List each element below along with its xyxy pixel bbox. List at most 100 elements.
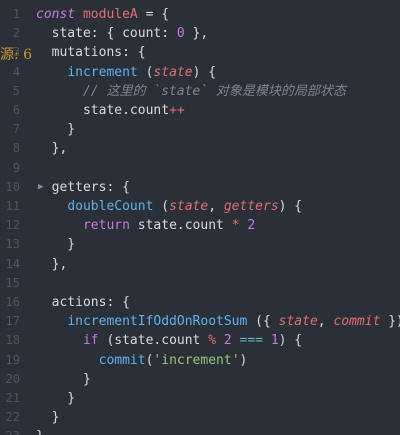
- code-line[interactable]: 1 const moduleA = {: [0, 5, 400, 24]
- code-token: doubleCount: [67, 199, 154, 214]
- line-number: 4: [12, 64, 20, 79]
- code-line[interactable]: 18 if (state.count % 2 === 1) {: [0, 331, 400, 350]
- code-token: ) {: [278, 333, 303, 349]
- code-text: incrementIfOddOnRootSum ({ state, commit…: [36, 312, 400, 331]
- code-token: increment: [67, 64, 138, 80]
- code-token: incrementIfOddOnRootSum: [67, 314, 248, 330]
- code-token: ({: [247, 314, 279, 330]
- code-text: mutations: {: [36, 43, 146, 62]
- code-line[interactable]: 4 increment (state) {: [0, 63, 400, 82]
- code-token: ): [239, 352, 248, 368]
- line-number: 5: [12, 83, 20, 98]
- code-token: // 这里的 `state` 对象是模块的局部状态: [82, 83, 346, 99]
- code-token: state.count: [129, 218, 232, 234]
- line-number: 6: [12, 103, 20, 117]
- code-text: if (state.count % 2 === 1) {: [36, 331, 302, 350]
- code-token: 'increment': [153, 352, 240, 368]
- line-number: 22: [5, 410, 20, 425]
- line-number: 21: [5, 391, 20, 405]
- code-text: }: [36, 235, 75, 254]
- line-number: 12: [5, 218, 20, 233]
- code-token: ) {: [278, 199, 303, 214]
- code-text: }: [36, 408, 60, 427]
- line-number: 1: [12, 7, 20, 21]
- code-line[interactable]: 8 },: [0, 139, 400, 158]
- line-number: 18: [5, 333, 20, 348]
- code-line[interactable]: 19 commit('increment'): [0, 351, 400, 370]
- code-token: },: [184, 26, 209, 42]
- code-token: 2: [223, 333, 232, 349]
- code-token: getters: [223, 199, 279, 214]
- code-token: actions: {: [36, 295, 130, 310]
- code-text: },: [36, 255, 68, 274]
- code-text: }: [36, 389, 75, 408]
- line-number: 9: [12, 160, 20, 175]
- code-token: }) {: [388, 314, 400, 330]
- code-text: actions: {: [36, 293, 130, 312]
- line-number: 19: [5, 352, 20, 367]
- code-token: 1: [270, 333, 279, 349]
- code-token: },: [36, 256, 68, 272]
- code-token: commit: [333, 314, 381, 330]
- line-number: 17: [5, 314, 20, 329]
- code-token: if: [82, 333, 99, 349]
- code-token: ) {: [192, 64, 217, 80]
- code-line[interactable]: 17 incrementIfOddOnRootSum ({ state, com…: [0, 312, 400, 331]
- code-line[interactable]: 11 doubleCount (state, getters) {: [0, 197, 400, 216]
- line-number: 15: [5, 275, 20, 290]
- code-token: state: [169, 199, 209, 214]
- code-text: }: [36, 370, 91, 389]
- code-line[interactable]: 9: [0, 159, 400, 178]
- code-text: }: [36, 427, 44, 435]
- code-token: const: [36, 7, 76, 22]
- code-token: }: [36, 410, 60, 426]
- code-token: *: [231, 218, 240, 234]
- code-text: getters: {: [36, 178, 130, 197]
- code-line[interactable]: 12 return state.count * 2: [0, 216, 400, 235]
- code-text: },: [36, 139, 68, 158]
- code-token: moduleA: [82, 7, 138, 22]
- code-token: ,: [317, 314, 334, 330]
- code-line[interactable]: 7 }: [0, 120, 400, 139]
- code-line[interactable]: 23}: [0, 427, 400, 435]
- code-token: },: [36, 141, 68, 157]
- code-line[interactable]: 5 // 这里的 `state` 对象是模块的局部状态: [0, 82, 400, 101]
- line-number: 20: [5, 371, 20, 386]
- code-token: %: [208, 333, 217, 349]
- code-token: (: [153, 199, 170, 214]
- line-number: 14: [5, 256, 20, 271]
- code-token: state.count: [36, 103, 170, 118]
- code-text: doubleCount (state, getters) {: [36, 197, 302, 216]
- code-token: }: [36, 237, 76, 253]
- code-token: commit: [98, 352, 146, 368]
- code-text: // 这里的 `state` 对象是模块的局部状态: [36, 82, 346, 101]
- code-line[interactable]: 13 }: [0, 235, 400, 254]
- code-text: increment (state) {: [36, 63, 216, 82]
- code-text: commit('increment'): [36, 351, 248, 370]
- code-token: state: [153, 64, 193, 80]
- code-line[interactable]: 10 ▶ getters: {: [0, 178, 400, 197]
- code-line[interactable]: 14 },: [0, 255, 400, 274]
- code-line[interactable]: 21 }: [0, 389, 400, 408]
- code-text: state.count++: [36, 101, 185, 120]
- code-line[interactable]: 6 state.count++: [0, 101, 400, 120]
- code-token: state: [278, 314, 318, 330]
- code-token: ++: [169, 103, 185, 118]
- code-line[interactable]: 15: [0, 274, 400, 293]
- line-number: 11: [5, 199, 20, 213]
- code-editor[interactable]: 1 const moduleA = { 2 state: { count: 0 },…: [0, 0, 400, 435]
- code-line[interactable]: 2 state: { count: 0 },: [0, 24, 400, 43]
- line-number: 23: [0, 427, 20, 435]
- code-line[interactable]: 16 actions: {: [0, 293, 400, 312]
- line-number: 13: [5, 237, 20, 252]
- code-line[interactable]: 22 }: [0, 408, 400, 427]
- code-line[interactable]: 3 mutations: {: [0, 43, 400, 62]
- code-line[interactable]: 20 }: [0, 370, 400, 389]
- code-token: = {: [137, 7, 170, 22]
- code-token: (: [137, 64, 154, 80]
